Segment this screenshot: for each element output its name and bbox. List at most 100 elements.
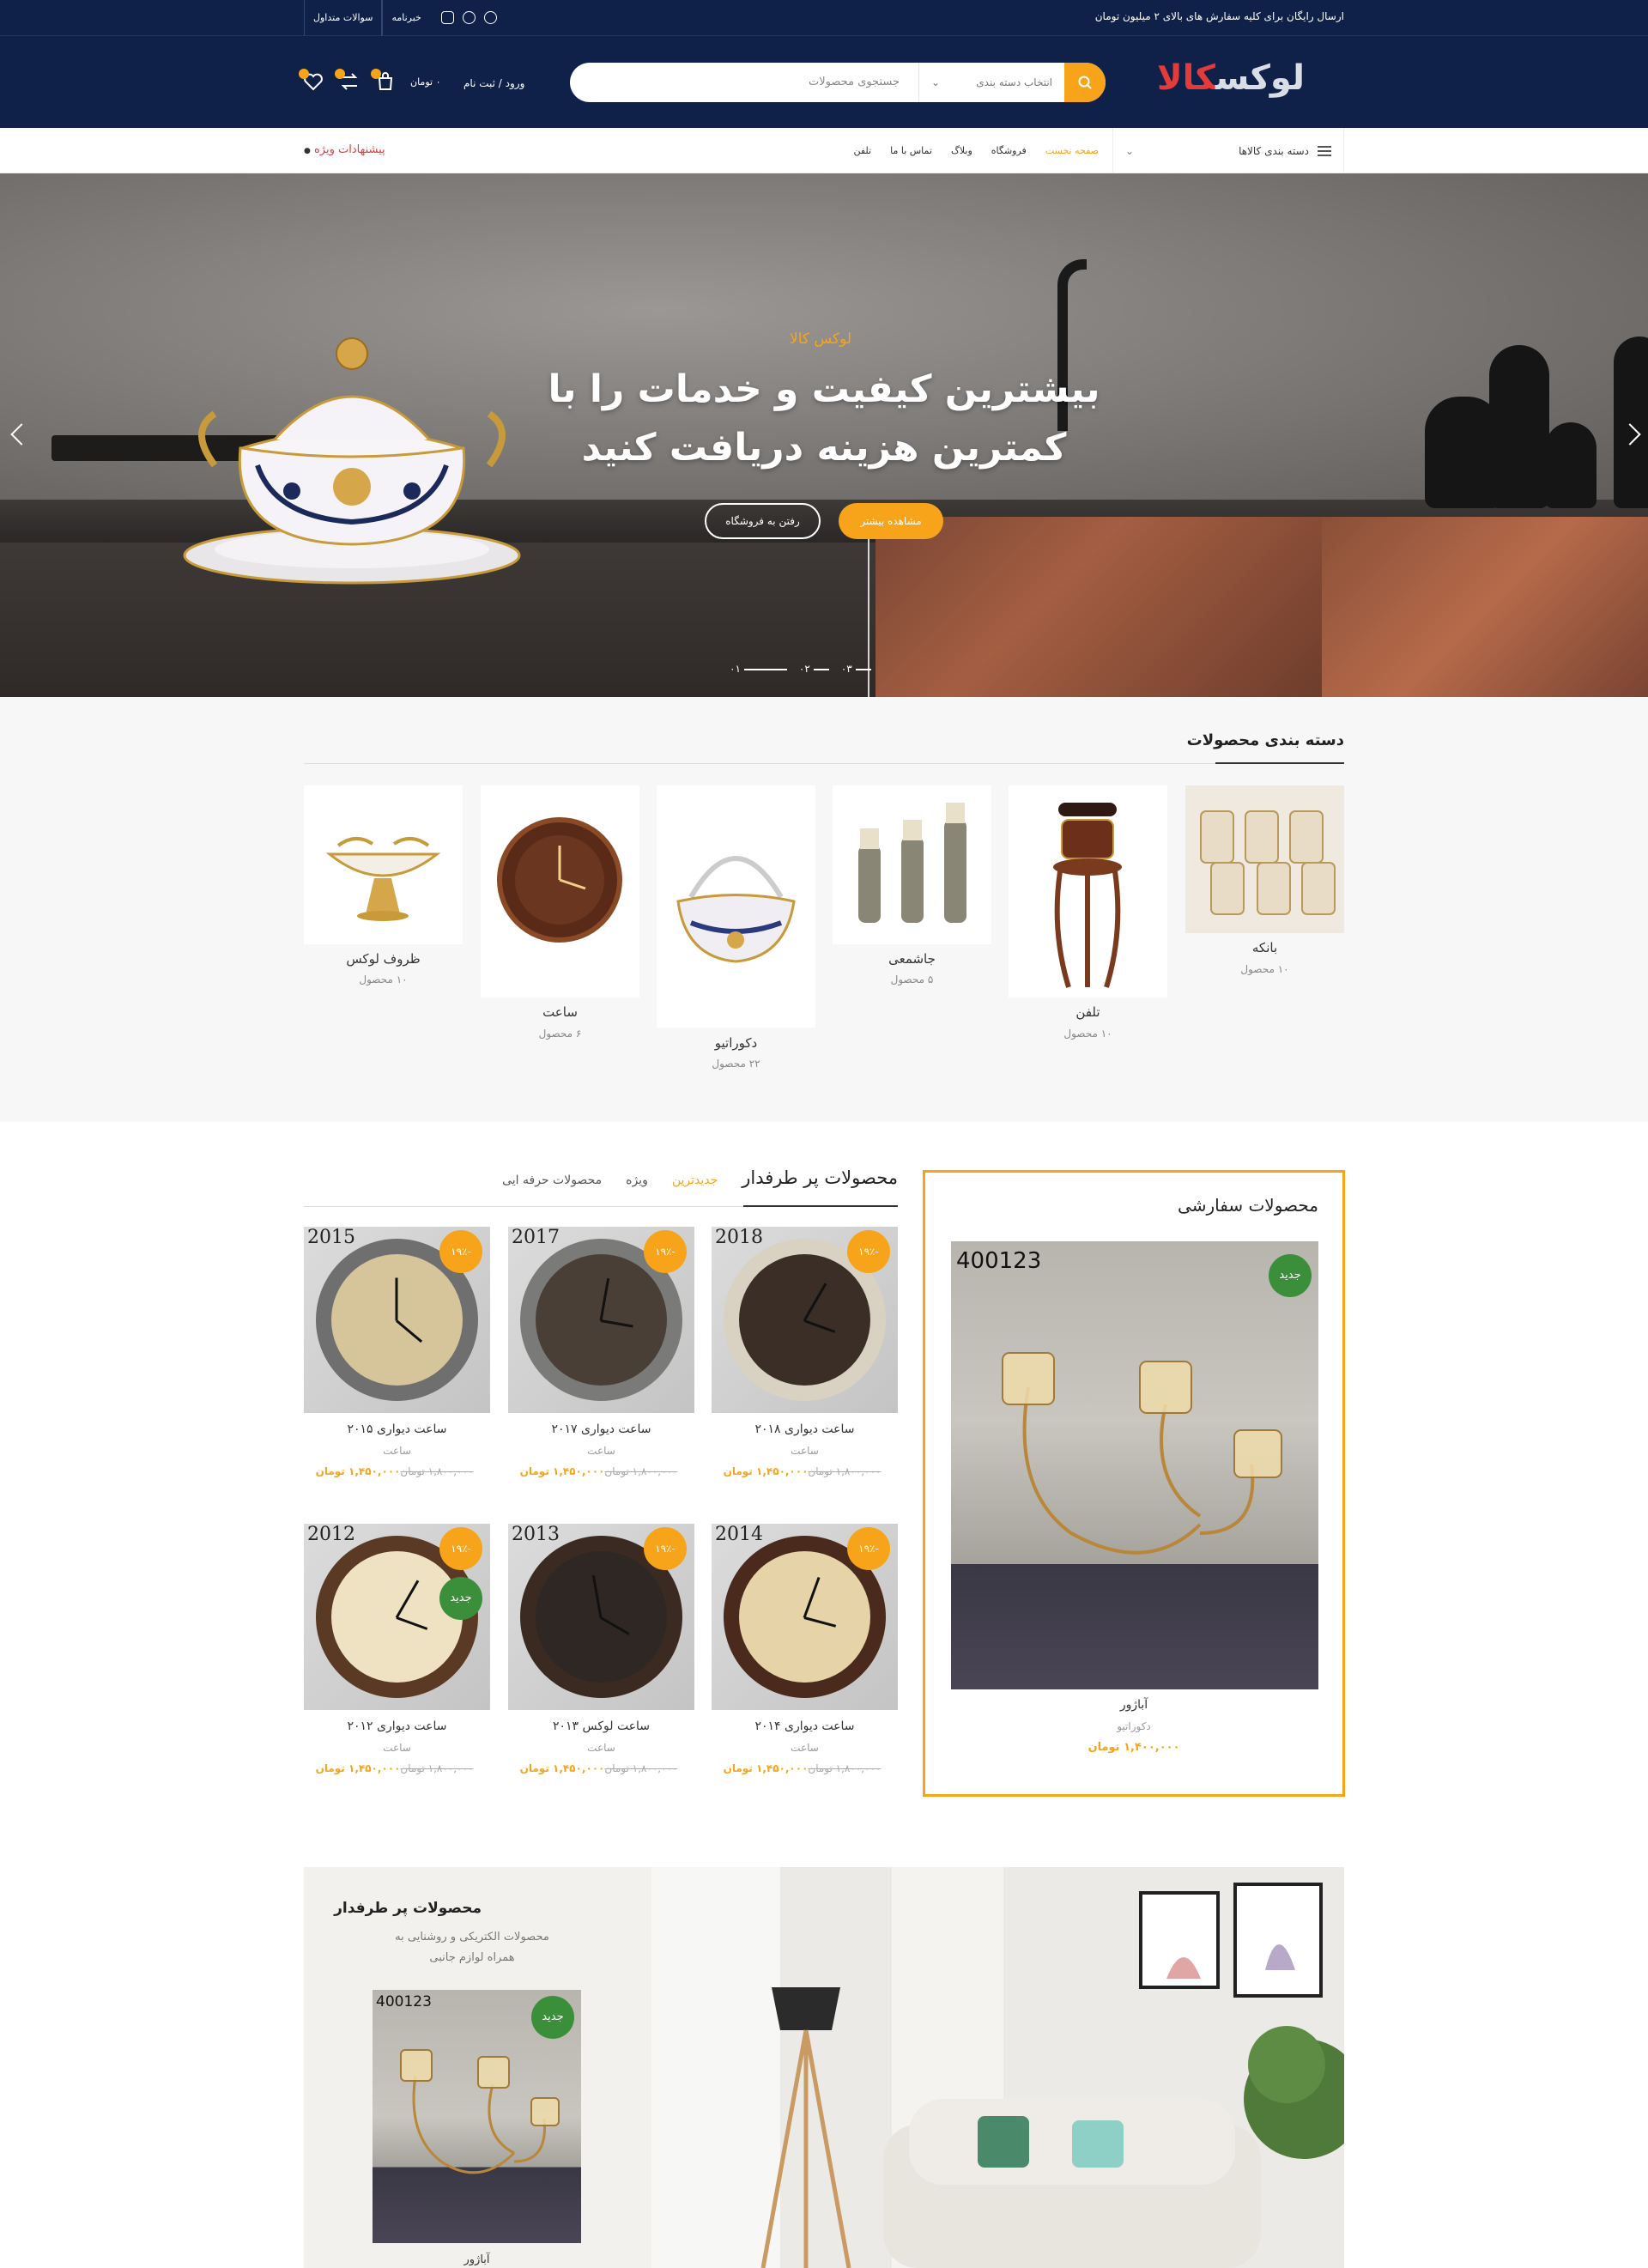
product-price: ۱,۸۰۰,۰۰۰ تومان۱,۴۵۰,۰۰۰ تومان xyxy=(304,1465,490,1477)
login-link[interactable]: ورود / ثبت نام xyxy=(464,77,524,89)
product-name[interactable]: ساعت دیواری ۲۰۱۲ xyxy=(304,1719,490,1733)
instagram-icon[interactable] xyxy=(441,11,454,24)
product-category[interactable]: ساعت xyxy=(508,1445,694,1457)
whatsapp-icon[interactable] xyxy=(463,11,476,24)
discount-badge: -۱۹٪ xyxy=(847,1527,890,1570)
custom-products-box: محصولات سفارشی 400123 جدید آباژور دکورات… xyxy=(923,1170,1345,1797)
main-header: لوکسکالا انتخاب دسته بندی ⌄ جستجوی محصول… xyxy=(0,36,1648,128)
hero-vase-4 xyxy=(1614,337,1648,508)
category-select[interactable]: انتخاب دسته بندی ⌄ xyxy=(918,63,1064,102)
category-name[interactable]: تلفن xyxy=(1009,1004,1167,1020)
featured-product-category[interactable]: دکوراتیو xyxy=(925,1720,1342,1732)
hero-cabinet-2 xyxy=(876,517,1322,697)
popular-products-title: محصولات پر طرفدار xyxy=(742,1167,898,1188)
nav-item-contact[interactable]: تماس با ما xyxy=(890,145,932,156)
main-nav: دسته بندی کالاها ⌄ صفحه نخست فروشگاه وبل… xyxy=(0,128,1648,173)
tab-special[interactable]: ویژه xyxy=(626,1173,648,1187)
old-price: ۱,۸۰۰,۰۰۰ تومان xyxy=(808,1762,882,1774)
top-bar: ارسال رایگان برای کلیه سفارش های بالای ۲… xyxy=(0,0,1648,36)
category-card[interactable] xyxy=(481,785,639,998)
promo-banner: محصولات پر طرفدار محصولات الکتریکی و روش… xyxy=(304,1867,1344,2268)
clock-year: 2014 xyxy=(715,1524,763,1545)
discount-badge: -۱۹٪ xyxy=(644,1230,687,1273)
categories-dropdown[interactable]: دسته بندی کالاها ⌄ xyxy=(1112,128,1344,173)
living-room-drawing xyxy=(651,1867,1344,2268)
category-card[interactable] xyxy=(657,785,815,1028)
slide-dot-2[interactable]: ۰۲ xyxy=(799,663,829,675)
category-count: ۱۰ محصول xyxy=(1240,963,1289,975)
product-price: ۱,۸۰۰,۰۰۰ تومان۱,۴۵۰,۰۰۰ تومان xyxy=(508,1465,694,1477)
hero-headline-line-1: بیشترین کیفیت و خدمات را با xyxy=(548,367,1100,411)
new-badge: جدید xyxy=(439,1577,482,1620)
product-name[interactable]: ساعت دیواری ۲۰۱۷ xyxy=(508,1422,694,1436)
nav-menu: صفحه نخست فروشگاه وبلاگ تماس با ما تلفن xyxy=(853,128,1099,173)
clock-year: 2013 xyxy=(512,1524,560,1545)
old-price: ۱,۸۰۰,۰۰۰ تومان xyxy=(604,1762,678,1774)
newsletter-link[interactable]: خبرنامه xyxy=(382,0,429,36)
product-name[interactable]: ساعت دیواری ۲۰۱۸ xyxy=(712,1422,898,1436)
search-icon xyxy=(1078,76,1092,89)
hero-eyebrow: لوکس کالا xyxy=(790,330,852,348)
candle-holders-image xyxy=(833,785,991,944)
product-category[interactable]: ساعت xyxy=(508,1742,694,1754)
compare-icon[interactable] xyxy=(335,69,360,93)
hero-headline-line-2: کمترین هزینه دریافت کنید xyxy=(581,426,1067,470)
tab-newest[interactable]: جدیدترین xyxy=(672,1173,718,1187)
cart-icon[interactable] xyxy=(371,69,397,93)
category-name[interactable]: دکوراتیو xyxy=(657,1035,815,1051)
telegram-icon[interactable] xyxy=(484,11,497,24)
discount-badge: -۱۹٪ xyxy=(439,1230,482,1273)
old-price: ۱,۸۰۰,۰۰۰ تومان xyxy=(400,1762,474,1774)
nav-item-home[interactable]: صفحه نخست xyxy=(1045,145,1099,156)
category-count: ۶ محصول xyxy=(538,1028,582,1040)
category-count: ۲۲ محصول xyxy=(712,1058,760,1070)
product-name[interactable]: ساعت دیواری ۲۰۱۴ xyxy=(712,1719,898,1733)
banner-title: محصولات پر طرفدار xyxy=(334,1900,482,1917)
tab-professional[interactable]: محصولات حرفه ایی xyxy=(502,1173,602,1187)
new-price: ۱,۴۵۰,۰۰۰ تومان xyxy=(315,1762,401,1774)
slide-dot-3[interactable]: ۰۳ xyxy=(841,663,871,675)
product-category[interactable]: ساعت xyxy=(304,1742,490,1754)
slide-dot-1[interactable]: ۰۱ xyxy=(730,663,787,675)
discount-badge: -۱۹٪ xyxy=(847,1230,890,1273)
shipping-note: ارسال رایگان برای کلیه سفارش های بالای ۲… xyxy=(1094,10,1344,22)
category-count: ۵ محصول xyxy=(890,973,934,985)
category-card[interactable] xyxy=(1185,785,1344,933)
category-name[interactable]: ظروف لوکس xyxy=(304,951,463,967)
category-card[interactable] xyxy=(1009,785,1167,998)
nav-item-shop[interactable]: فروشگاه xyxy=(991,145,1027,156)
bullet-icon: ● xyxy=(304,147,311,155)
product-category[interactable]: ساعت xyxy=(304,1445,490,1457)
category-count: ۱۰ محصول xyxy=(359,973,408,985)
nav-item-phone[interactable]: تلفن xyxy=(853,145,871,156)
banner-subtitle: محصولات الکتریکی و روشنایی به همراه لواز… xyxy=(395,1931,549,1964)
category-count: ۱۰ محصول xyxy=(1063,1028,1112,1040)
old-price: ۱,۸۰۰,۰۰۰ تومان xyxy=(808,1465,882,1477)
category-card[interactable] xyxy=(304,785,463,944)
view-more-button[interactable]: مشاهده بیشتر xyxy=(839,503,943,539)
clock-image xyxy=(481,785,639,998)
lamp-image[interactable]: 400123 xyxy=(951,1241,1318,1689)
category-name[interactable]: جاشمعی xyxy=(833,951,991,967)
site-logo[interactable]: لوکسکالا xyxy=(1156,58,1306,98)
product-category[interactable]: ساعت xyxy=(712,1445,898,1457)
special-offers-link[interactable]: پیشنهادات ویژه ● xyxy=(304,143,385,156)
search-input[interactable]: جستجوی محصولات xyxy=(570,63,918,102)
featured-product-name[interactable]: آباژور xyxy=(925,1698,1342,1712)
wishlist-icon[interactable] xyxy=(299,69,324,93)
product-name[interactable]: ساعت دیواری ۲۰۱۵ xyxy=(304,1422,490,1436)
category-card[interactable] xyxy=(833,785,991,944)
tabs-divider xyxy=(304,1205,898,1207)
nav-item-blog[interactable]: وبلاگ xyxy=(951,145,972,156)
go-to-shop-button[interactable]: رفتن به فروشگاه xyxy=(705,503,821,539)
clock-year: 2017 xyxy=(512,1227,560,1248)
faq-link[interactable]: سوالات متداول xyxy=(304,0,383,36)
social-icons xyxy=(441,11,497,24)
category-name[interactable]: ساعت xyxy=(481,1004,639,1020)
product-category[interactable]: ساعت xyxy=(712,1742,898,1754)
product-name[interactable]: ساعت لوکس ۲۰۱۳ xyxy=(508,1719,694,1733)
search-button[interactable] xyxy=(1064,63,1106,102)
banner-product-name[interactable]: آباژور xyxy=(373,2253,581,2266)
category-name[interactable]: بانکه xyxy=(1185,940,1344,955)
logo-text-2: کالا xyxy=(1156,58,1216,98)
